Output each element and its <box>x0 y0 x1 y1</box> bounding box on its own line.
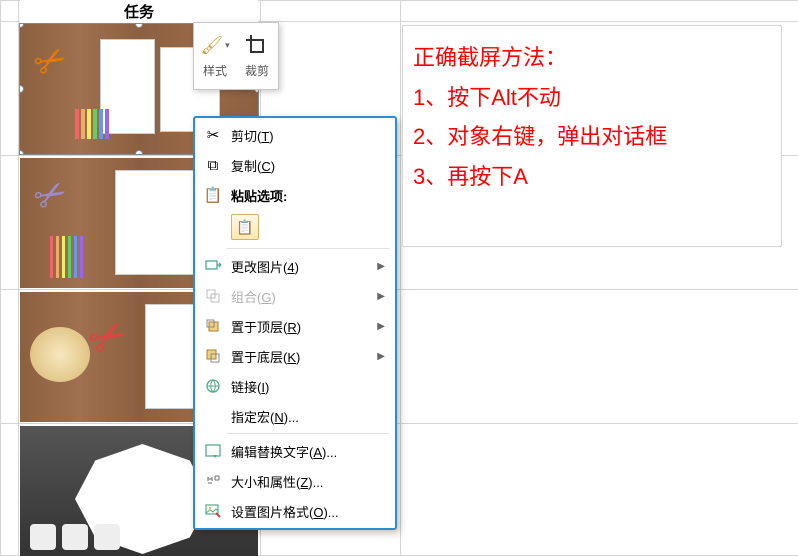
menu-size-properties-label: 大小和属性(Z)... <box>225 472 389 491</box>
menu-edit-alt-text-label: 编辑替换文字(A)... <box>225 442 389 461</box>
annotation-step-3: 3、再按下A <box>413 157 771 197</box>
column-header: 任务 <box>20 0 258 22</box>
send-back-icon <box>201 348 225 364</box>
menu-bring-to-front[interactable]: 置于顶层(R) ▶ <box>195 311 395 341</box>
group-icon <box>201 288 225 304</box>
style-button[interactable]: 🖌▾ 样式 <box>194 23 236 89</box>
clipboard-icon: 📋 <box>201 186 225 204</box>
menu-copy-label: 复制(C) <box>225 156 389 175</box>
menu-change-picture[interactable]: 更改图片(4) ▶ <box>195 251 395 281</box>
scissors-icon: ✂ <box>26 34 76 89</box>
context-menu: ✂ 剪切(T) ⧉ 复制(C) 📋 粘贴选项: 📋 更改图片(4) ▶ 组合(G… <box>193 116 397 530</box>
submenu-arrow-icon: ▶ <box>377 351 389 362</box>
format-picture-icon <box>201 503 225 519</box>
menu-group: 组合(G) ▶ <box>195 281 395 311</box>
menu-size-properties[interactable]: 大小和属性(Z)... <box>195 466 395 496</box>
submenu-arrow-icon: ▶ <box>377 291 389 302</box>
menu-copy[interactable]: ⧉ 复制(C) <box>195 150 395 180</box>
menu-link[interactable]: 链接(I) <box>195 371 395 401</box>
menu-assign-macro-label: 指定宏(N)... <box>225 407 389 426</box>
size-props-icon <box>201 473 225 489</box>
copy-icon: ⧉ <box>201 157 225 174</box>
paste-option-row: 📋 <box>195 210 395 246</box>
style-label: 样式 <box>203 62 227 79</box>
change-picture-icon <box>201 258 225 274</box>
menu-send-to-back-label: 置于底层(K) <box>225 347 377 366</box>
folded-shapes <box>30 524 120 550</box>
clipboard-icon: 📋 <box>236 219 253 236</box>
cut-icon: ✂ <box>201 126 225 144</box>
annotation-step-2: 2、对象右键，弹出对话框 <box>413 117 771 157</box>
submenu-arrow-icon: ▶ <box>377 261 389 272</box>
crop-label: 裁剪 <box>245 62 269 79</box>
menu-cut-label: 剪切(T) <box>225 126 389 145</box>
menu-format-picture-label: 设置图片格式(O)... <box>225 502 389 521</box>
menu-link-label: 链接(I) <box>225 377 389 396</box>
annotation-title: 正确截屏方法： <box>413 38 771 78</box>
separator <box>227 248 389 249</box>
menu-edit-alt-text[interactable]: 编辑替换文字(A)... <box>195 436 395 466</box>
menu-format-picture[interactable]: 设置图片格式(O)... <box>195 496 395 526</box>
submenu-arrow-icon: ▶ <box>377 321 389 332</box>
alt-text-icon <box>201 443 225 459</box>
paintbrush-icon: 🖌▾ <box>203 34 227 58</box>
crop-button[interactable]: 裁剪 <box>236 23 278 89</box>
menu-send-to-back[interactable]: 置于底层(K) ▶ <box>195 341 395 371</box>
picture-mini-toolbar: 🖌▾ 样式 裁剪 <box>193 22 279 90</box>
crayons <box>75 109 109 139</box>
menu-change-picture-label: 更改图片(4) <box>225 257 377 276</box>
menu-paste-options: 📋 粘贴选项: <box>195 180 395 210</box>
scissors-icon: ✂ <box>26 168 76 223</box>
header-text: 任务 <box>124 1 154 22</box>
menu-group-label: 组合(G) <box>225 287 377 306</box>
link-icon <box>201 378 225 394</box>
separator <box>227 433 389 434</box>
instruction-annotation: 正确截屏方法： 1、按下Alt不动 2、对象右键，弹出对话框 3、再按下A <box>402 25 782 247</box>
bring-front-icon <box>201 318 225 334</box>
crop-icon <box>245 34 269 58</box>
tape-roll <box>30 327 90 382</box>
menu-assign-macro[interactable]: 指定宏(N)... <box>195 401 395 431</box>
menu-cut[interactable]: ✂ 剪切(T) <box>195 120 395 150</box>
menu-bring-to-front-label: 置于顶层(R) <box>225 317 377 336</box>
annotation-step-1: 1、按下Alt不动 <box>413 78 771 118</box>
paste-option-button[interactable]: 📋 <box>231 214 259 240</box>
pencils <box>50 236 83 278</box>
menu-paste-label: 粘贴选项: <box>225 186 389 205</box>
